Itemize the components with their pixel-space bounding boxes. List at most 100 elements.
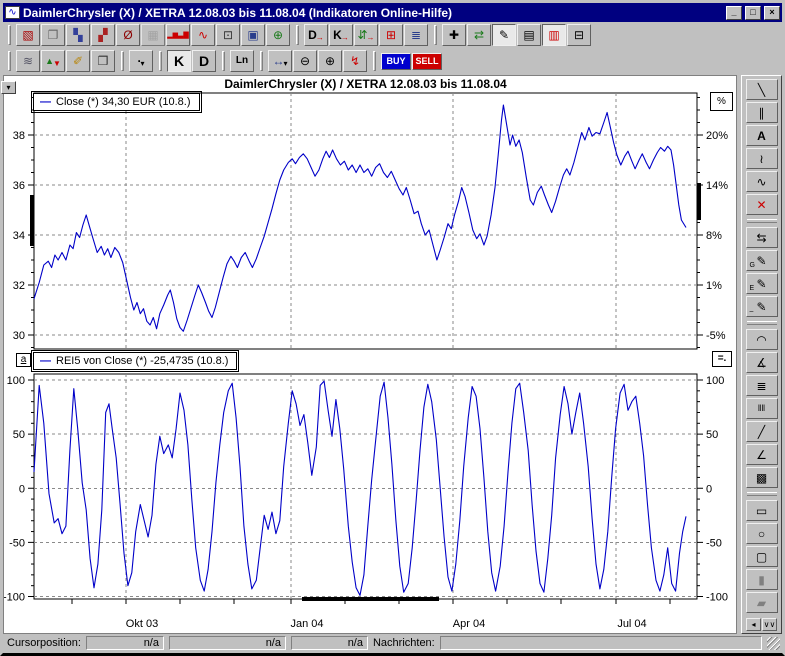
legend-list-icon[interactable]: ▥ [542, 24, 566, 46]
rei5-ytick-label: 50 [706, 429, 718, 441]
sell-button[interactable]: SELL [412, 53, 442, 70]
diagonal-line-tool[interactable]: ╱ [746, 421, 778, 442]
scroll-end-icon-glyph: ↯ [350, 55, 360, 67]
filled-rounded-rect-tool[interactable]: ▰ [746, 592, 778, 613]
speed-lines-tool[interactable]: ∠ [746, 444, 778, 465]
percent-scale-button[interactable]: % [710, 92, 733, 111]
cascade-windows-icon[interactable]: ▣ [241, 24, 265, 46]
bottom-axis-marker [302, 597, 439, 601]
crosshatch-tool[interactable]: ▩ [746, 467, 778, 488]
zoom-in-icon[interactable]: ⊕ [318, 50, 342, 72]
fibonacci-arcs-tool[interactable]: ◠ [746, 329, 778, 350]
toolbar-grip[interactable] [260, 51, 263, 71]
lasso-icon[interactable]: Ø [116, 24, 140, 46]
zoom-out-icon[interactable]: ⊖ [293, 50, 317, 72]
axis-format-button[interactable]: =. [712, 351, 732, 367]
rei5-legend: — REI5 von Close (*) -25,4735 (10.8.) [33, 352, 237, 370]
d-chart-button[interactable]: D→ [304, 24, 328, 46]
maximize-button[interactable]: □ [745, 6, 761, 20]
signals-icon[interactable]: ⇵→ [354, 24, 378, 46]
period-button[interactable]: ↔▾ [268, 50, 292, 72]
collapse-pane-button[interactable]: ▾ [1, 81, 16, 94]
zigzag-analysis-icon[interactable]: ≋ [16, 50, 40, 72]
toolbar-grip[interactable] [434, 25, 437, 45]
vertical-lines-tool-glyph: ‖‖ [758, 404, 765, 413]
price-plot-area[interactable] [34, 93, 697, 349]
draw-pencil-e-tool[interactable]: ✎E [746, 273, 778, 294]
close-button[interactable]: × [764, 6, 780, 20]
wave-tool[interactable]: ∿ [746, 171, 778, 192]
chart-panel: 3820%3614%348%321%30-5%100100505000-50-5… [3, 75, 737, 634]
properties-icon[interactable]: ❒ [91, 50, 115, 72]
shift-arrows-icon[interactable]: ⇄ [467, 24, 491, 46]
draw-pencil-t-tool[interactable]: ✎– [746, 296, 778, 317]
filled-rect-tool-glyph: ▮ [758, 574, 765, 586]
text-tool-glyph: A [757, 130, 766, 142]
support-resistance-tool-glyph: ⇆ [756, 232, 766, 244]
toolbar-grip[interactable] [8, 25, 11, 45]
k-chart-button[interactable]: K→ [329, 24, 353, 46]
candlestick-button[interactable]: K [167, 50, 191, 72]
toolbar-grip[interactable] [373, 51, 376, 71]
price-ytick-label: 36 [13, 180, 25, 192]
crosshair-icon[interactable]: ✚ [442, 24, 466, 46]
highlight-pen-icon[interactable]: ✐ [66, 50, 90, 72]
buy-button-glyph: BUY [386, 57, 405, 66]
vertical-lines-tool[interactable]: ‖‖ [746, 398, 778, 419]
freehand-tool[interactable]: ≀ [746, 148, 778, 169]
cascade-windows-icon-glyph: ▣ [247, 29, 258, 41]
auto-scale-button[interactable]: a [16, 353, 31, 367]
draw-pencil-g-tool[interactable]: ✎G [746, 250, 778, 271]
rei5-plot-area[interactable] [34, 374, 697, 599]
matrix-chart-icon[interactable]: ⊞ [379, 24, 403, 46]
scroll-end-icon[interactable]: ↯ [343, 50, 367, 72]
bar-chart-button[interactable]: D [192, 50, 216, 72]
draw-pencil-e-tool-accent: E [750, 285, 755, 292]
toolbar-grip[interactable] [296, 25, 299, 45]
arrange-windows-icon[interactable]: ▞ [91, 24, 115, 46]
toolbar-grip[interactable] [222, 51, 225, 71]
toolbar-group: D→K→⇵→⊞≣ [304, 24, 428, 46]
copy-pages-icon[interactable]: ❐ [41, 24, 65, 46]
toolbar-group: ↔▾⊖⊕ ↯ [268, 50, 367, 72]
presentation-icon-glyph: ⊡ [223, 29, 233, 41]
new-chart-icon[interactable]: ▧ [16, 24, 40, 46]
fan-lines-tool[interactable]: ∡ [746, 352, 778, 373]
new-analysis-icon[interactable]: ⊕ [266, 24, 290, 46]
sidebar-scroll-left[interactable]: ◂ [746, 618, 761, 631]
buy-button[interactable]: BUY [381, 53, 411, 70]
toolbar-grip[interactable] [121, 51, 124, 71]
text-tool[interactable]: A [746, 125, 778, 146]
minimize-button[interactable]: _ [726, 6, 742, 20]
a-label: a [21, 355, 27, 365]
presentation-icon[interactable]: ⊡ [216, 24, 240, 46]
toolbar-grip[interactable] [159, 51, 162, 71]
resize-grip[interactable] [767, 637, 780, 650]
draw-pencil-e-tool-glyph: ✎ [756, 278, 766, 290]
ln-scale-button[interactable]: Ln [230, 50, 254, 72]
percent-ytick-label: 20% [706, 130, 728, 142]
rectangle-tool[interactable]: ▭ [746, 500, 778, 521]
trend-triangles-icon[interactable]: ▲▼ [41, 50, 65, 72]
draw-mode-icon[interactable]: ✎ [492, 24, 516, 46]
parallel-lines-tool[interactable]: ∥ [746, 102, 778, 123]
support-resistance-tool[interactable]: ⇆ [746, 227, 778, 248]
status-bar: Cursorposition: n/a n/a n/a Nachrichten: [3, 634, 782, 651]
line-chart-icon[interactable]: ∿ [191, 24, 215, 46]
histogram-icon[interactable]: ▂▆▃▇ [166, 24, 190, 46]
percent-ytick-label: 1% [706, 280, 722, 292]
layout-icon[interactable]: ⊟ [567, 24, 591, 46]
toolbar-grip[interactable] [8, 51, 11, 71]
levels-icon[interactable]: ≣ [404, 24, 428, 46]
cursor-x-field: n/a [86, 636, 164, 650]
grid-rows-tool[interactable]: ≣ [746, 375, 778, 396]
line-style-button[interactable]: ·▾ [129, 50, 153, 72]
sidebar-scroll-down[interactable]: ∨∨ [762, 618, 777, 631]
filled-rect-tool[interactable]: ▮ [746, 569, 778, 590]
ellipse-tool[interactable]: ○ [746, 523, 778, 544]
tile-windows-icon[interactable]: ▚ [66, 24, 90, 46]
report-icon[interactable]: ▤ [517, 24, 541, 46]
rounded-rect-tool[interactable]: ▢ [746, 546, 778, 567]
trendline-tool[interactable]: ╲ [746, 79, 778, 100]
delete-drawing-tool[interactable]: ✕ [746, 194, 778, 215]
